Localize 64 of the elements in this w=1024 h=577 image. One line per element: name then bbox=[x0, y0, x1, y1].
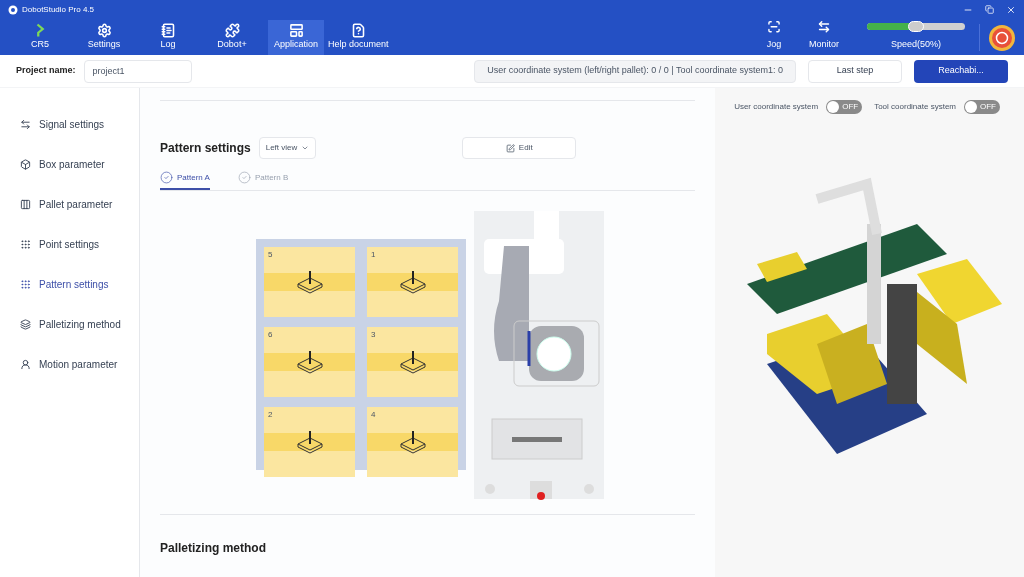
toggle-label: User coordinate system bbox=[734, 101, 819, 113]
sidebar-item[interactable]: Point settings bbox=[20, 224, 139, 264]
edit-icon bbox=[505, 143, 515, 153]
section-title: Palletizing method bbox=[160, 540, 267, 557]
box-number: 3 bbox=[371, 329, 376, 341]
emergency-stop-icon[interactable] bbox=[988, 23, 1016, 52]
project-name-label: Project name: bbox=[16, 64, 76, 78]
speed-label: Speed(50%) bbox=[890, 37, 941, 51]
chevron-down-icon bbox=[301, 144, 310, 152]
gear-icon bbox=[96, 23, 112, 39]
box-number: 5 bbox=[268, 249, 273, 261]
restore-icon[interactable] bbox=[985, 5, 994, 14]
primary-button[interactable]: Reachabi... bbox=[914, 59, 1008, 83]
document-icon bbox=[350, 23, 366, 39]
swap-arrows-icon bbox=[20, 118, 31, 130]
check-circle-icon bbox=[237, 171, 251, 184]
nav-tab[interactable]: Settings bbox=[76, 20, 132, 55]
points-icon bbox=[20, 238, 31, 250]
section-title: Pattern settings bbox=[160, 140, 251, 157]
check-circle-icon bbox=[160, 171, 173, 184]
stack-icon bbox=[20, 318, 31, 330]
box-marker-icon bbox=[295, 270, 324, 294]
box-number: 1 bbox=[371, 249, 376, 261]
coordinate-info: User coordinate system (left/right pallet): 0 / 0 | Tool coordinate system1: 0 bbox=[474, 59, 796, 83]
sidebar-item[interactable]: Palletizing method bbox=[20, 304, 139, 344]
app-logo-icon bbox=[8, 5, 18, 15]
nav-tab[interactable]: Monitor bbox=[799, 20, 849, 55]
slider-thumb[interactable] bbox=[908, 20, 924, 32]
nav-tab[interactable]: Log bbox=[140, 20, 196, 55]
box-number: 6 bbox=[268, 329, 273, 341]
sidebar-item[interactable]: Pallet parameter bbox=[20, 184, 139, 224]
window-title: DobotStudio Pro 4.5 bbox=[22, 4, 95, 16]
sidebar-item[interactable]: Pattern settings bbox=[20, 264, 139, 304]
nav-tab[interactable]: CR5 bbox=[12, 20, 68, 55]
box-marker-icon bbox=[295, 350, 324, 374]
person-icon bbox=[20, 358, 31, 370]
nav-tab[interactable]: Help document bbox=[324, 20, 393, 55]
dots-grid-icon bbox=[20, 278, 31, 290]
box-marker-icon bbox=[295, 430, 324, 454]
project-name-field[interactable]: project1 bbox=[83, 59, 192, 83]
view-dropdown[interactable]: Left view bbox=[258, 137, 317, 159]
secondary-button[interactable]: Last step bbox=[808, 59, 902, 83]
puzzle-icon bbox=[224, 23, 240, 39]
box-number: 2 bbox=[268, 409, 273, 421]
box-marker-icon bbox=[398, 270, 427, 294]
close-icon[interactable] bbox=[1006, 5, 1016, 15]
sidebar-item[interactable]: Box parameter bbox=[20, 144, 139, 184]
template-icon bbox=[288, 23, 304, 39]
arrows-icon bbox=[817, 20, 831, 34]
nav-tab[interactable]: Application bbox=[268, 20, 324, 55]
edit-button[interactable]: Edit bbox=[462, 137, 577, 159]
sidebar-item[interactable]: Signal settings bbox=[20, 104, 139, 144]
cube-icon bbox=[20, 158, 31, 170]
pallet-icon bbox=[20, 198, 31, 210]
box-marker-icon bbox=[398, 430, 427, 454]
pattern-tab[interactable]: Pattern A bbox=[160, 171, 210, 190]
box-number: 4 bbox=[371, 409, 376, 421]
toggle-label: Tool coordinate system bbox=[874, 101, 956, 113]
box-marker-icon bbox=[398, 350, 427, 374]
speed-slider[interactable] bbox=[867, 22, 965, 30]
nav-tab[interactable]: Jog bbox=[749, 20, 799, 55]
nav-tab[interactable]: Dobot+ bbox=[204, 20, 260, 55]
notebook-icon bbox=[160, 23, 176, 39]
sidebar-item[interactable]: Motion parameter bbox=[20, 344, 139, 384]
